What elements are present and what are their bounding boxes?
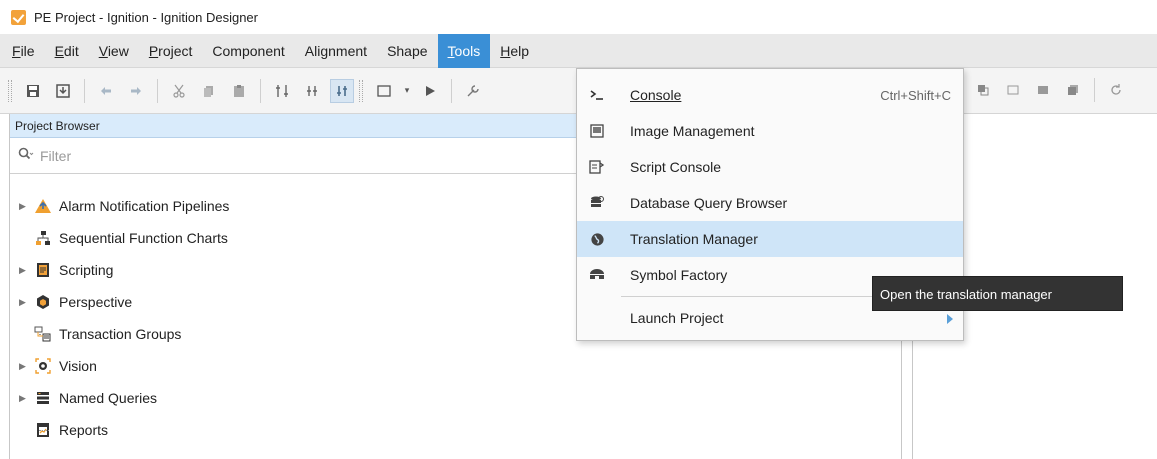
- menu-file[interactable]: File: [2, 34, 45, 68]
- menu-item-label: Launch Project: [630, 310, 724, 326]
- tree-item-label: Reports: [59, 422, 109, 438]
- toolbar-separator: [157, 78, 158, 103]
- toolbar-separator: [451, 78, 452, 103]
- menu-item-console[interactable]: Console Ctrl+Shift+C: [577, 77, 963, 113]
- tree-connector: [39, 238, 49, 239]
- menu-alignment[interactable]: Alignment: [295, 34, 377, 68]
- menu-item-label: Symbol Factory: [630, 267, 728, 283]
- tooltip: Open the translation manager: [872, 276, 1123, 311]
- menu-shortcut: Ctrl+Shift+C: [880, 87, 951, 103]
- undo-icon[interactable]: [94, 79, 118, 103]
- wrench-icon[interactable]: [461, 79, 485, 103]
- send-back-icon[interactable]: [1001, 78, 1025, 102]
- snap-icon[interactable]: [330, 78, 354, 103]
- menu-item-label: Database Query Browser: [630, 195, 788, 211]
- tree-item-label: Named Queries: [59, 390, 158, 406]
- refresh-icon[interactable]: [1104, 78, 1128, 102]
- expand-arrow-icon[interactable]: ▶: [19, 361, 33, 372]
- menu-item-script-console[interactable]: Script Console: [577, 149, 963, 185]
- expand-arrow-icon[interactable]: ▶: [19, 393, 33, 404]
- toolbar-separator: [1094, 78, 1095, 102]
- tree-item-label: Perspective: [59, 294, 133, 310]
- toolbar-right-group: [968, 78, 1131, 102]
- toolbar-separator: [84, 78, 85, 103]
- tree-item-label: Vision: [59, 358, 97, 374]
- tree-item-reports[interactable]: Reports: [19, 414, 901, 446]
- tree-item-named-queries[interactable]: ▶ Named Queries: [19, 382, 901, 414]
- menu-item-label: Translation Manager: [630, 231, 758, 247]
- tree-item-label: Alarm Notification Pipelines: [59, 198, 230, 214]
- copy-icon[interactable]: [197, 79, 221, 103]
- database-icon: [577, 195, 617, 211]
- cut-icon[interactable]: [167, 79, 191, 103]
- menu-help[interactable]: Help: [490, 34, 539, 68]
- redo-icon[interactable]: [124, 79, 148, 103]
- window-title: PE Project - Ignition - Ignition Designe…: [34, 9, 258, 25]
- alarm-pipeline-icon: [33, 197, 53, 215]
- menu-tools[interactable]: Tools: [437, 33, 491, 68]
- menu-item-image-management[interactable]: Image Management: [577, 113, 963, 149]
- tree-item-label: Sequential Function Charts: [59, 230, 228, 246]
- named-queries-icon: [33, 389, 53, 407]
- save-commit-icon[interactable]: [51, 79, 75, 103]
- console-icon: [577, 88, 617, 102]
- menu-item-translation-manager[interactable]: Translation Manager: [577, 221, 963, 257]
- toolbar-grip[interactable]: [8, 79, 12, 102]
- paste-icon[interactable]: [227, 79, 251, 103]
- expand-arrow-icon[interactable]: ▶: [19, 201, 33, 212]
- scripting-icon: [33, 261, 53, 279]
- ignition-app-icon: [11, 9, 26, 25]
- perspective-icon: [33, 293, 53, 311]
- rectangle-select-icon[interactable]: [372, 79, 396, 103]
- group-icon[interactable]: [270, 79, 294, 103]
- layer-icon[interactable]: [1061, 78, 1085, 102]
- tree-connector: [39, 430, 49, 431]
- tree-item-label: Scripting: [59, 262, 114, 278]
- menu-item-label: Console: [630, 87, 682, 103]
- symbol-factory-icon: [577, 268, 617, 282]
- globe-icon: [577, 232, 617, 247]
- dropdown-arrow-icon[interactable]: ▾: [402, 79, 412, 103]
- title-bar: PE Project - Ignition - Ignition Designe…: [0, 0, 1157, 34]
- vision-icon: [33, 357, 53, 375]
- menu-item-database-query-browser[interactable]: Database Query Browser: [577, 185, 963, 221]
- menu-item-label: Image Management: [630, 123, 755, 139]
- bring-front-icon[interactable]: [1031, 78, 1055, 102]
- toolbar-grip[interactable]: [359, 79, 363, 102]
- submenu-arrow-icon: [947, 314, 953, 324]
- arrange-icon[interactable]: [971, 78, 995, 102]
- ungroup-icon[interactable]: [300, 79, 324, 103]
- search-icon[interactable]: [18, 147, 34, 164]
- toolbar-separator: [260, 78, 261, 103]
- filter-input[interactable]: [34, 147, 334, 164]
- expand-arrow-icon[interactable]: ▶: [19, 297, 33, 308]
- expand-arrow-icon[interactable]: ▶: [19, 265, 33, 276]
- tree-item-vision[interactable]: ▶ Vision: [19, 350, 901, 382]
- menu-item-label: Script Console: [630, 159, 722, 175]
- menu-component[interactable]: Component: [202, 34, 294, 68]
- menu-edit[interactable]: Edit: [45, 34, 89, 68]
- save-icon[interactable]: [21, 79, 45, 103]
- play-icon[interactable]: [418, 79, 442, 103]
- script-console-icon: [577, 159, 617, 175]
- image-management-icon: [577, 124, 617, 138]
- tree-item-label: Transaction Groups: [59, 326, 182, 342]
- tree-connector: [39, 334, 49, 335]
- menu-bar: File Edit View Project Component Alignme…: [0, 33, 1157, 68]
- menu-view[interactable]: View: [89, 34, 139, 68]
- menu-project[interactable]: Project: [139, 34, 203, 68]
- menu-shape[interactable]: Shape: [377, 34, 437, 68]
